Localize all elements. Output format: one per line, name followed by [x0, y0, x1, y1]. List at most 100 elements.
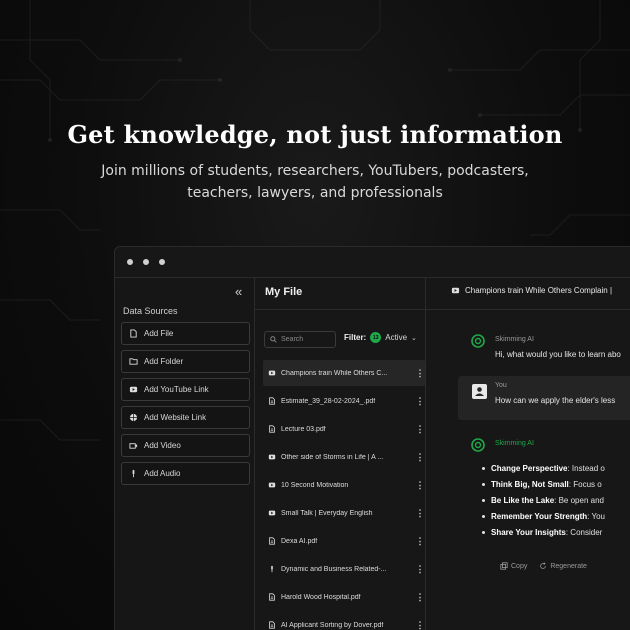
more-options-icon[interactable]: ⋮ — [415, 424, 425, 435]
file-panel: My File Search Filter: 13 Active ⌄ Champ… — [255, 277, 426, 630]
copy-button[interactable]: Copy — [500, 562, 527, 570]
add-audio-label: Add Audio — [144, 469, 181, 478]
file-list-item[interactable]: Estimate_39_28-02-2024_.pdf ⋮ — [263, 388, 425, 414]
chat-panel: Champions train While Others Complain | … — [426, 277, 630, 630]
more-options-icon[interactable]: ⋮ — [415, 452, 425, 463]
user-message-block: You How can we apply the elder's less — [458, 376, 630, 420]
list-item: Be Like the Lake: Be open and — [482, 492, 605, 508]
file-list-item[interactable]: Champions train While Others C... ⋮ — [263, 360, 425, 386]
window-controls — [127, 259, 165, 265]
window-dot[interactable] — [143, 259, 149, 265]
more-options-icon[interactable]: ⋮ — [415, 620, 425, 630]
hero-subtitle-line-2: teachers, lawyers, and professionals — [187, 185, 443, 201]
message-actions: Copy Regenerate — [500, 562, 587, 570]
regenerate-button[interactable]: Regenerate — [539, 562, 587, 570]
more-options-icon[interactable]: ⋮ — [415, 564, 425, 575]
add-folder-label: Add Folder — [144, 357, 184, 366]
add-file-label: Add File — [144, 329, 174, 338]
search-input[interactable]: Search — [264, 331, 336, 348]
regenerate-label: Regenerate — [550, 562, 587, 570]
file-list-item[interactable]: 10 Second Motivation ⋮ — [263, 472, 425, 498]
more-options-icon[interactable]: ⋮ — [415, 480, 425, 491]
filter-dropdown[interactable]: Filter: 13 Active ⌄ — [344, 332, 417, 343]
chevron-down-icon: ⌄ — [411, 334, 417, 342]
refresh-icon — [540, 562, 547, 569]
list-item: Change Perspective: Instead o — [482, 460, 605, 476]
more-options-icon[interactable]: ⋮ — [415, 508, 425, 519]
file-name: AI Applicant Sorting by Dover.pdf — [281, 621, 384, 629]
filter-value: Active — [385, 333, 408, 342]
add-website-link-button[interactable]: Add Website Link — [121, 406, 250, 429]
add-website-link-label: Add Website Link — [144, 413, 207, 422]
filter-count-badge: 13 — [370, 332, 382, 343]
file-icon — [130, 329, 137, 338]
add-file-button[interactable]: Add File — [121, 322, 250, 345]
file-icon — [269, 621, 275, 629]
add-video-label: Add Video — [144, 441, 181, 450]
file-name: Dexa AI.pdf — [281, 537, 318, 545]
file-name: 10 Second Motivation — [281, 481, 349, 489]
file-list-item[interactable]: Small Talk | Everyday English ⋮ — [263, 500, 425, 526]
add-youtube-link-button[interactable]: Add YouTube Link — [121, 378, 250, 401]
more-options-icon[interactable]: ⋮ — [415, 536, 425, 547]
file-list-item[interactable]: Dynamic and Business Related-... ⋮ — [263, 556, 425, 582]
list-item: Remember Your Strength: You — [482, 508, 605, 524]
ai-avatar-icon — [471, 438, 485, 452]
file-name: Estimate_39_28-02-2024_.pdf — [281, 397, 376, 405]
ai-name: Skimming AI — [495, 336, 534, 343]
youtube-icon — [268, 510, 276, 516]
add-video-button[interactable]: Add Video — [121, 434, 250, 457]
window-dot[interactable] — [159, 259, 165, 265]
chat-header: Champions train While Others Complain | — [451, 286, 612, 295]
file-name: Dynamic and Business Related-... — [281, 565, 387, 573]
globe-icon — [129, 413, 138, 422]
hero-title: Get knowledge, not just information — [67, 120, 563, 149]
window-dot[interactable] — [127, 259, 133, 265]
file-name: Lecture 03.pdf — [281, 425, 326, 433]
add-youtube-link-label: Add YouTube Link — [144, 385, 209, 394]
youtube-icon — [451, 287, 460, 294]
user-message: How can we apply the elder's less — [495, 396, 616, 405]
ai-avatar-icon — [471, 334, 485, 348]
file-icon — [269, 593, 275, 601]
file-list-item[interactable]: AI Applicant Sorting by Dover.pdf ⋮ — [263, 612, 425, 630]
youtube-icon — [129, 386, 138, 393]
hero-subtitle-line-1: Join millions of students, researchers, … — [101, 163, 529, 179]
file-list-item[interactable]: Dexa AI.pdf ⋮ — [263, 528, 425, 554]
file-panel-title: My File — [265, 286, 303, 298]
file-list-item[interactable]: Harold Wood Hospital.pdf ⋮ — [263, 584, 425, 610]
more-options-icon[interactable]: ⋮ — [415, 368, 425, 379]
user-avatar-icon — [472, 384, 487, 399]
youtube-icon — [268, 454, 276, 460]
copy-icon — [500, 562, 508, 570]
video-icon — [129, 443, 138, 449]
filter-label: Filter: — [344, 333, 367, 342]
file-name: Harold Wood Hospital.pdf — [281, 593, 361, 601]
double-chevron-left-icon[interactable]: « — [235, 284, 242, 299]
data-sources-label: Data Sources — [123, 306, 178, 316]
ai-greeting: Hi, what would you like to learn abo — [495, 350, 621, 359]
ai-reply-bullets: Change Perspective: Instead o Think Big,… — [482, 460, 605, 540]
add-audio-button[interactable]: Add Audio — [121, 462, 250, 485]
app-window: « Data Sources Add File Add Folder Add Y… — [114, 246, 630, 630]
file-list-item[interactable]: Lecture 03.pdf ⋮ — [263, 416, 425, 442]
data-sources-sidebar: « Data Sources Add File Add Folder Add Y… — [115, 277, 255, 630]
microphone-icon — [132, 469, 135, 478]
file-name: Small Talk | Everyday English — [281, 509, 373, 517]
list-item: Think Big, Not Small: Focus o — [482, 476, 605, 492]
more-options-icon[interactable]: ⋮ — [415, 592, 425, 603]
divider — [426, 309, 630, 310]
more-options-icon[interactable]: ⋮ — [415, 396, 425, 407]
file-name: Other side of Storms in Life | A ... — [281, 453, 384, 461]
folder-icon — [129, 358, 138, 365]
file-list-item[interactable]: Other side of Storms in Life | A ... ⋮ — [263, 444, 425, 470]
search-icon — [270, 336, 277, 343]
search-placeholder: Search — [281, 336, 304, 343]
youtube-icon — [268, 482, 276, 488]
file-icon — [269, 537, 275, 545]
copy-label: Copy — [511, 562, 528, 570]
file-icon — [269, 425, 275, 433]
youtube-icon — [268, 370, 276, 376]
file-icon — [269, 397, 275, 405]
add-folder-button[interactable]: Add Folder — [121, 350, 250, 373]
